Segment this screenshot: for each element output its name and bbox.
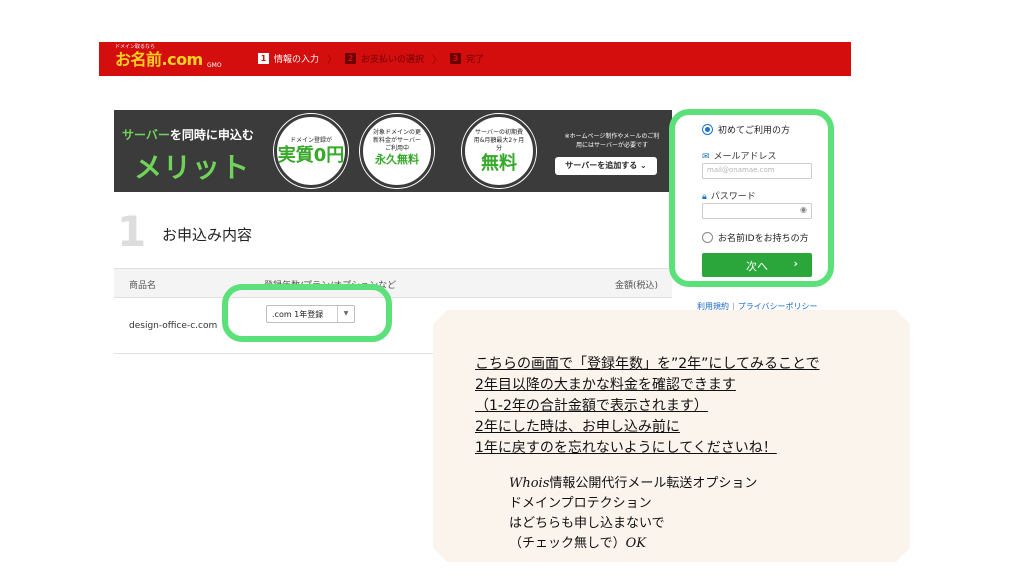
- chevron-down-icon: ⌄: [640, 161, 647, 170]
- step-number: 1: [258, 53, 269, 64]
- header-price: 金額(税込): [614, 281, 658, 291]
- annotation-line: 1年に戻すのを忘れないようにしてくださいね！: [475, 440, 777, 456]
- annotation-line: 2年にした時は、お申し込み前に: [475, 419, 680, 435]
- step-input: 1 情報の入力: [258, 52, 319, 65]
- progress-steps: 1 情報の入力 〉 2 お支払いの選択 〉 3 完了: [258, 51, 484, 66]
- annotation-line: 2年目以降の大まかな料金を確認できます: [475, 377, 736, 393]
- annotation-sub-line: はどちらも申し込まないで: [509, 516, 665, 531]
- section-number: 1: [117, 207, 147, 256]
- step-complete: 3 完了: [450, 52, 484, 65]
- chevron-right-icon: 〉: [327, 55, 338, 66]
- annotation-line: （1-2年の合計金額で表示されます）: [475, 398, 708, 414]
- logo-gmo: GMO: [207, 62, 222, 69]
- section-title: お申込み内容: [162, 226, 253, 244]
- order-table-header: 商品名 登録年数/プラン/オプションなど 金額(税込): [114, 268, 672, 298]
- banner-lead: サーバーを同時に申込む: [122, 128, 254, 142]
- annotation-line: こちらの画面で「登録年数」を”2年”にしてみることで: [475, 356, 820, 372]
- product-name: design-office-c.com: [129, 321, 218, 331]
- login-highlight-ring: [669, 109, 834, 287]
- step-payment: 2 お支払いの選択: [345, 52, 424, 65]
- step-label: 完了: [466, 55, 485, 65]
- server-promo-banner[interactable]: サーバーを同時に申込む メリット ドメイン登録が 実質0円 対象ドメインの更新料…: [114, 110, 672, 192]
- banner-note: ※ホームページ制作やメールのご利用にはサーバーが必要です: [564, 133, 660, 149]
- header-product: 商品名: [129, 281, 157, 291]
- logo-main: お名前.com: [115, 50, 203, 69]
- add-server-button[interactable]: サーバーを追加する ⌄: [555, 157, 657, 175]
- step-label: 情報の入力: [274, 55, 320, 65]
- terms-link[interactable]: 利用規約: [697, 302, 729, 311]
- annotation-sub-line: （チェック無しで）OK: [509, 536, 646, 551]
- annotation-sub-line: Whois情報公開代行メール転送オプション: [509, 476, 758, 491]
- badge-server-free: サーバーの初期費用&月額最大2ヶ月分 無料: [462, 114, 536, 188]
- chevron-right-icon: 〉: [432, 55, 443, 66]
- onamae-logo[interactable]: ドメイン取るなら お名前.com GMO: [115, 44, 222, 69]
- step-number: 3: [450, 53, 462, 64]
- banner-headline: メリット: [134, 151, 251, 184]
- annotation-sub-line: ドメインプロテクション: [509, 496, 652, 511]
- privacy-link[interactable]: プライバシーポリシー: [738, 302, 818, 311]
- select-highlight-ring: [222, 284, 392, 342]
- badge-domain-free: ドメイン登録が 実質0円: [274, 114, 348, 188]
- annotation-sub: Whois情報公開代行メール転送オプション ドメインプロテクション はどちらも申…: [509, 474, 757, 554]
- step-number: 2: [345, 53, 357, 64]
- site-header: ドメイン取るなら お名前.com GMO 1 情報の入力 〉 2 お支払いの選択…: [99, 42, 851, 76]
- annotation-main: こちらの画面で「登録年数」を”2年”にしてみることで 2年目以降の大まかな料金を…: [475, 354, 820, 459]
- step-label: お支払いの選択: [361, 55, 425, 65]
- badge-renewal-free: 対象ドメインの更新料金がサーバーご利用中 永久無料: [360, 114, 434, 188]
